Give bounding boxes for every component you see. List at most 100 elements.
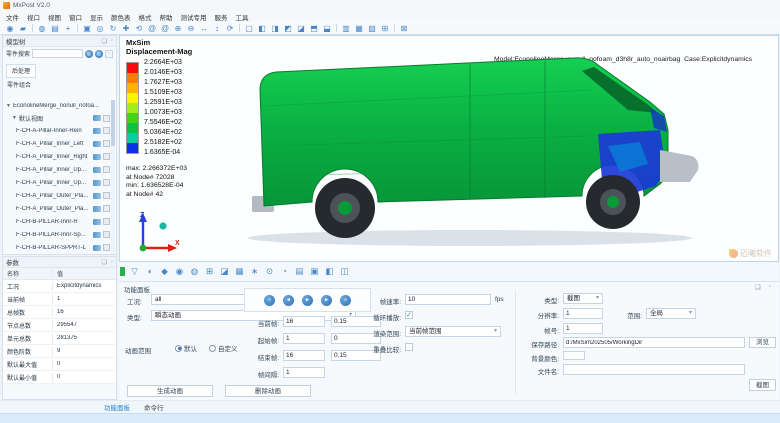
close-panel-icon[interactable]: ◦ [111, 38, 113, 44]
refresh-icon[interactable]: ⟳ [224, 23, 236, 34]
tree-part-row[interactable]: F-CH-B-PILLAR-SPPRT-L [4, 241, 110, 252]
part-icon[interactable] [93, 180, 101, 186]
part-checkbox[interactable] [103, 205, 110, 212]
param-row[interactable]: 单元总数 281375 [3, 332, 116, 345]
tree-part-row[interactable]: F-CH-A_Pillar_Inner_Up... [4, 163, 110, 176]
search-icon[interactable]: ⊙ [264, 266, 275, 277]
save-path-input[interactable] [563, 337, 745, 348]
tree-view-row[interactable]: ▼ 默认视图 [4, 112, 110, 124]
prev-frame-button[interactable]: ◄ [283, 295, 294, 306]
fit-height-icon[interactable]: ↕ [211, 23, 223, 34]
tree-part-row[interactable]: F-CH-B-PILLAR-Innr-R [4, 215, 110, 228]
tree-scrollbar[interactable] [111, 100, 115, 252]
export-icon[interactable]: ▤ [294, 266, 305, 277]
fit-icon[interactable]: ▣ [81, 23, 93, 34]
fps-input[interactable] [405, 294, 491, 305]
close-panel-icon[interactable]: ◦ [111, 259, 113, 265]
menu-item-8[interactable]: 测试专用 [181, 12, 207, 22]
float-panel-icon[interactable]: ❏ [101, 38, 106, 45]
frame-number-input[interactable] [563, 323, 603, 334]
part-checkbox[interactable] [103, 153, 110, 160]
layout-grid-icon[interactable]: ⊞ [379, 23, 391, 34]
view-checkbox[interactable] [103, 115, 110, 122]
menu-item-7[interactable]: 帮助 [160, 12, 173, 22]
scope-select[interactable]: 全局▾ [646, 308, 696, 319]
caret-down-icon[interactable]: ▼ [6, 103, 11, 109]
search-prev-button[interactable]: ◎ [85, 50, 93, 58]
undo-icon[interactable]: ⟲ [133, 23, 145, 34]
menu-item-1[interactable]: 视口 [27, 12, 40, 22]
part-group-label[interactable]: 零件组合 [3, 78, 116, 91]
frame-field-input[interactable] [283, 367, 325, 378]
part-icon[interactable] [93, 245, 101, 251]
part-icon[interactable] [93, 232, 101, 238]
part-checkbox[interactable] [103, 179, 110, 186]
part-checkbox[interactable] [103, 244, 110, 251]
part-icon[interactable] [93, 128, 101, 134]
part-checkbox[interactable] [103, 218, 110, 225]
zoom-in-icon[interactable]: ⊕ [172, 23, 184, 34]
tree-part-row[interactable]: F-CH-B-PILLAR-Innr-Sp... [4, 228, 110, 241]
loop-checkbox[interactable]: ✓ [405, 311, 413, 319]
capture-type-select[interactable]: 截图▾ [563, 293, 603, 304]
menu-item-3[interactable]: 窗口 [69, 12, 82, 22]
clipped-icon[interactable] [120, 267, 125, 276]
tag-icon[interactable]: @ [146, 23, 158, 34]
target-icon[interactable]: ◎ [94, 23, 106, 34]
pin-icon[interactable]: ◍ [36, 23, 48, 34]
file-name-input[interactable] [563, 364, 745, 375]
param-row[interactable]: 默认最大值 0 [3, 358, 116, 371]
tree-part-row[interactable]: F-CH-A_Pillar_Inner_Right [4, 150, 110, 163]
view-front-icon[interactable]: ◧ [256, 23, 268, 34]
search-next-button[interactable]: ◎ [95, 50, 103, 58]
clip-icon[interactable]: ◖ [144, 266, 155, 277]
part-icon[interactable] [93, 219, 101, 225]
tag2-icon[interactable]: @ [159, 23, 171, 34]
part-checkbox[interactable] [103, 192, 110, 199]
frame-field-input[interactable] [283, 316, 325, 327]
tree-part-row[interactable]: F-CH-A_Pillar_Inner_Left [4, 137, 110, 150]
browse-button[interactable]: 浏览 [749, 337, 776, 348]
visibility-icon[interactable] [93, 115, 101, 121]
zoom-out-icon[interactable]: ⊖ [185, 23, 197, 34]
view-bottom-icon[interactable]: ⬓ [321, 23, 333, 34]
part-icon[interactable] [93, 206, 101, 212]
open-icon[interactable]: ▰ [17, 23, 29, 34]
tab-postprocess[interactable]: 后处理 [6, 64, 36, 78]
sphere-icon[interactable]: ◉ [4, 23, 16, 34]
menu-item-2[interactable]: 视图 [48, 12, 61, 22]
trace-icon[interactable]: ◔ [279, 266, 290, 277]
play-button[interactable]: ► [302, 295, 313, 306]
render-range-select[interactable]: 当前帧范围▾ [405, 326, 501, 337]
layout-icon[interactable]: ▥ [340, 23, 352, 34]
close-panel-icon[interactable]: ◦ [769, 283, 771, 291]
grid-icon[interactable]: ▦ [234, 266, 245, 277]
pan-icon[interactable]: ✚ [120, 23, 132, 34]
panel-tab-inactive[interactable]: 命令行 [144, 402, 164, 412]
range-default-radio[interactable]: 默认 [175, 343, 197, 353]
bg-color-swatch[interactable] [563, 351, 585, 360]
generate-animation-button[interactable]: 生成动画 [127, 385, 213, 397]
fit-width-icon[interactable]: ↔ [198, 23, 210, 34]
move-icon[interactable]: + [62, 23, 74, 34]
settings-icon[interactable]: ∗ [249, 266, 260, 277]
filter-icon[interactable]: ▽ [129, 266, 140, 277]
menu-item-9[interactable]: 服务 [215, 12, 228, 22]
tree-part-row[interactable]: F-CH-A-Pillar-Inner-Rein [4, 124, 110, 137]
capture-button[interactable]: 截图 [749, 379, 776, 391]
mirror-icon[interactable]: ◆ [159, 266, 170, 277]
next-frame-button[interactable]: ► [321, 295, 332, 306]
float-panel-icon[interactable]: ❏ [101, 259, 106, 266]
capture-icon[interactable]: ⊠ [398, 23, 410, 34]
menu-item-4[interactable]: 显示 [90, 12, 103, 22]
viewport-3d[interactable]: MxSim Displacement-Mag 2.2664E+032.0146E… [119, 35, 779, 262]
view-top-icon[interactable]: ⬒ [308, 23, 320, 34]
part-icon[interactable] [93, 154, 101, 160]
search-option-button[interactable]: ▫ [105, 50, 113, 58]
param-row[interactable]: 默认最小值 0 [3, 371, 116, 384]
caret-down-icon[interactable]: ▼ [12, 115, 17, 121]
view-left-icon[interactable]: ◩ [282, 23, 294, 34]
delete-animation-button[interactable]: 删除动画 [225, 385, 311, 397]
view-right-icon[interactable]: ◪ [295, 23, 307, 34]
report-icon[interactable]: ◧ [324, 266, 335, 277]
